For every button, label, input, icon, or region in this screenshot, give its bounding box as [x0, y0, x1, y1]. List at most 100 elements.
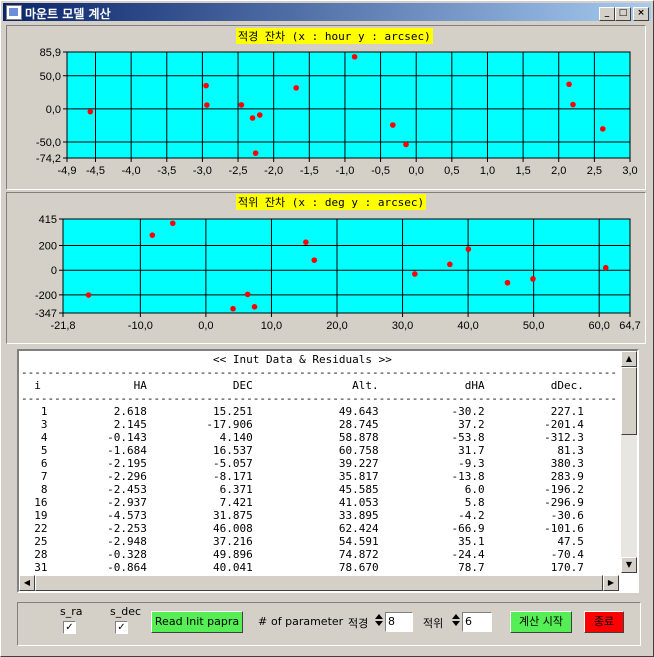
x-tick-label: -2,0 [264, 165, 283, 177]
x-tick-label: 10,0 [261, 320, 282, 332]
y-tick-label: 200 [39, 241, 57, 253]
read-init-param-button[interactable]: Read Init papra [151, 611, 243, 633]
x-tick-label: 64,7 [619, 320, 640, 332]
data-point [85, 292, 92, 298]
y-tick-label: 85,9 [40, 47, 61, 59]
data-point [599, 126, 606, 132]
ra-param-label: 적경 [348, 617, 369, 630]
data-point [566, 81, 572, 88]
data-point [602, 264, 609, 271]
x-tick-label: -3,5 [157, 165, 176, 177]
data-point [203, 82, 209, 89]
data-point [465, 246, 472, 252]
x-tick-label: 30,0 [392, 320, 413, 332]
data-point [293, 85, 299, 91]
x-tick-label: 0,0 [198, 320, 213, 332]
s-ra-label: s_ra [60, 605, 83, 618]
scroll-down-button[interactable]: ▼ [621, 557, 637, 573]
app-icon[interactable] [6, 5, 22, 20]
data-point [251, 304, 258, 310]
y-tick-label: -74,2 [36, 153, 61, 165]
x-tick-label: -4,9 [58, 165, 77, 177]
dec-residual-panel: 적위 잔차 (x : deg y : arcsec) -21,8 -10,0 0,0… [6, 192, 646, 344]
y-tick-label: 0,0 [46, 104, 61, 116]
residuals-textarea[interactable]: << Inut Data & Residuals >> ------------… [17, 349, 639, 593]
data-point [252, 150, 259, 156]
ra-residual-chart: -4,9 -4,5 -4,0 -3,5 -3,0 -2,5 -2,0 -1,5 -1,0 -0,5… [36, 47, 638, 177]
x-tick-label: -2,5 [229, 165, 248, 177]
data-point [412, 271, 418, 277]
data-point [149, 232, 156, 238]
x-tick-label: -1,0 [335, 165, 354, 177]
ra-param-input[interactable]: 8 [385, 612, 413, 632]
vertical-scroll-thumb[interactable] [621, 367, 637, 435]
s-dec-label: s_dec [110, 605, 142, 618]
start-calc-button[interactable]: 계산 시작 [510, 611, 572, 633]
s-dec-checkbox[interactable]: ✓ [115, 621, 128, 634]
param-label: of parameter [271, 615, 344, 628]
window-title: 마운트 모델 계산 [25, 7, 111, 21]
x-tick-label: -21,8 [50, 320, 75, 332]
residuals-text: << Inut Data & Residuals >> ------------… [21, 353, 617, 572]
maximize-button[interactable]: □ [615, 7, 631, 21]
controls-panel: s_ra ✓ s_dec ✓ Read Init papra # of para… [17, 602, 641, 646]
title-bar[interactable]: 마운트 모델 계산 _ □ × [3, 3, 651, 21]
plot-area [62, 218, 631, 314]
s-ra-checkbox[interactable]: ✓ [63, 621, 76, 634]
data-point [447, 261, 453, 268]
data-point [403, 141, 409, 148]
dec-param-input[interactable]: 6 [462, 612, 492, 632]
data-point [351, 53, 358, 60]
x-tick-label: 40,0 [457, 320, 478, 332]
dec-residual-chart: -21,8 -10,0 0,0 10,0 20,0 30,0 40,0 50,0 60,0 64,… [35, 214, 641, 332]
data-point [570, 101, 576, 108]
dec-param-label: 적위 [423, 617, 444, 630]
x-tick-label: -0,5 [371, 165, 390, 177]
x-tick-label: -1,5 [300, 165, 319, 177]
scroll-left-button[interactable]: ◀ [19, 575, 35, 591]
horizontal-scroll-thumb[interactable] [35, 575, 603, 591]
x-tick-label: 1,0 [480, 165, 495, 177]
hash-label: # [258, 615, 268, 628]
close-button[interactable]: × [633, 7, 649, 21]
exit-button[interactable]: 종료 [584, 611, 624, 633]
x-tick-label: -10,0 [128, 320, 153, 332]
x-tick-label: -4,5 [86, 165, 105, 177]
x-tick-label: 0,5 [444, 165, 459, 177]
vertical-scrollbar[interactable]: ▲ ▼ [621, 351, 637, 573]
data-point [530, 276, 536, 282]
ra-residual-panel: 적경 잔차 (x : hour y : arcsec) -4,9 -4,5 -4,0… [6, 25, 646, 190]
data-point [504, 279, 511, 286]
x-tick-label: 1,5 [515, 165, 530, 177]
dec-param-spinner[interactable] [452, 612, 460, 630]
minimize-button[interactable]: _ [599, 7, 615, 21]
y-tick-label: 0 [51, 265, 57, 277]
y-tick-label: -347 [35, 308, 57, 320]
data-point [87, 108, 94, 115]
x-tick-label: 20,0 [326, 320, 347, 332]
scroll-right-button[interactable]: ▶ [603, 575, 619, 591]
y-tick-label: -200 [35, 290, 57, 302]
x-tick-label: 50,0 [523, 320, 544, 332]
x-tick-label: -4,0 [122, 165, 141, 177]
scroll-up-button[interactable]: ▲ [621, 351, 637, 367]
data-point [230, 305, 236, 312]
x-tick-label: 2,5 [587, 165, 602, 177]
data-point [256, 112, 263, 118]
x-tick-label: -3,0 [193, 165, 212, 177]
data-point [311, 257, 318, 263]
data-point [303, 239, 309, 245]
x-tick-label: 60,0 [588, 320, 609, 332]
y-tick-label: -50,0 [36, 137, 61, 149]
data-point [244, 291, 251, 298]
y-tick-label: 415 [39, 214, 57, 226]
x-tick-label: 2,0 [551, 165, 566, 177]
main-window: 마운트 모델 계산 _ □ × 적경 잔차 (x : hour y : arcs… [0, 0, 654, 657]
data-point [249, 115, 256, 121]
data-point [238, 102, 245, 108]
data-point [390, 122, 396, 128]
data-point [169, 220, 176, 227]
ra-param-spinner[interactable] [375, 612, 383, 630]
horizontal-scrollbar[interactable]: ◀ ▶ [19, 575, 619, 591]
x-tick-label: 0,0 [409, 165, 424, 177]
